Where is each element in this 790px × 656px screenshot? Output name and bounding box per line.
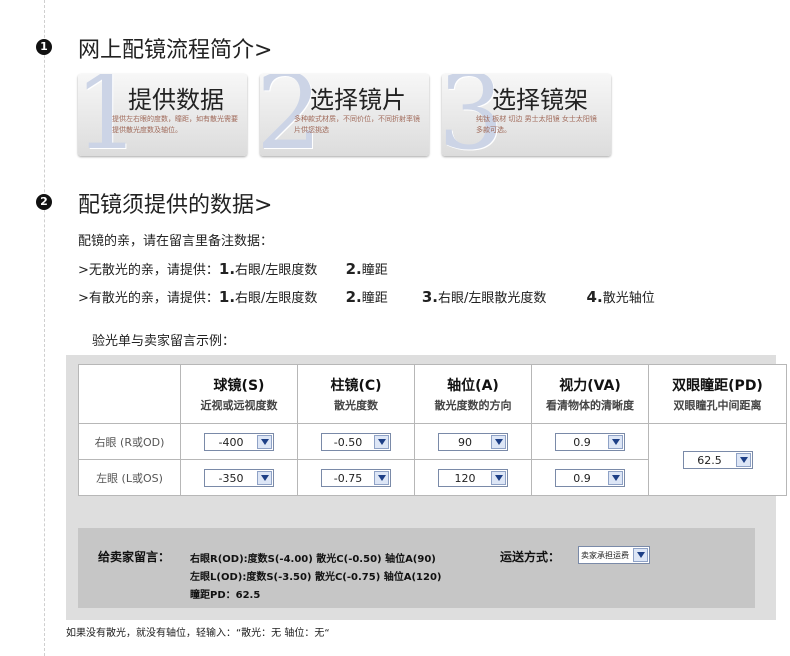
step-description: 提供左右眼的度数，瞳距，如有散光需要提供散光度数及轴位。 bbox=[112, 115, 238, 134]
section-number-badge: 2 bbox=[36, 194, 52, 210]
step-card-choose-frame: 3 选择镜架 纯钛 板材 切边 男士太阳镜 女士太阳镜 多款可选。 bbox=[442, 74, 611, 156]
no-astigmatism-line: >无散光的亲，请提供：1.右眼/左眼度数 2.瞳距 bbox=[78, 260, 388, 278]
header-axis: 轴位(A) 散光度数的方向 bbox=[414, 364, 532, 424]
section-title: 网上配镜流程简介> bbox=[78, 38, 273, 63]
seller-message-box: 给卖家留言： 右眼R(OD):度数S(-4.00) 散光C(-0.50) 轴位A… bbox=[78, 528, 755, 608]
chevron-down-icon bbox=[491, 434, 506, 449]
step-title: 选择镜架 bbox=[492, 86, 588, 114]
cylinder-select-right[interactable]: -0.50 bbox=[321, 432, 391, 451]
chevron-down-icon bbox=[633, 548, 648, 562]
message-label: 给卖家留言： bbox=[98, 550, 171, 564]
chevron-down-icon bbox=[608, 434, 623, 449]
shipping-label: 运送方式： bbox=[500, 550, 561, 564]
row-label: 左眼 (L或OS) bbox=[78, 459, 181, 496]
cylinder-select-left[interactable]: -0.75 bbox=[321, 468, 391, 487]
va-select-left[interactable]: 0.9 bbox=[555, 468, 625, 487]
chevron-down-icon bbox=[374, 470, 389, 485]
axis-select-right[interactable]: 90 bbox=[438, 432, 508, 451]
sphere-select-left[interactable]: -350 bbox=[204, 468, 274, 487]
chevron-down-icon bbox=[491, 470, 506, 485]
header-pupillary-distance: 双眼瞳距(PD) 双眼瞳孔中间距离 bbox=[648, 364, 787, 424]
step-card-provide-data: 1 提供数据 提供左右眼的度数，瞳距，如有散光需要提供散光度数及轴位。 bbox=[78, 74, 247, 156]
footer-note: 如果没有散光，就没有轴位，轻输入：“散光：无 轴位：无“ bbox=[66, 628, 330, 639]
sphere-select-right[interactable]: -400 bbox=[204, 432, 274, 451]
row-label: 右眼 (R或OD) bbox=[78, 423, 181, 460]
step-card-choose-lens: 2 选择镜片 多种款式材质，不同价位，不同折射率镜片供您挑选 bbox=[260, 74, 429, 156]
table-row: 右眼 (R或OD) -400 -0.50 90 0.9 62.5 bbox=[78, 423, 787, 496]
header-visual-acuity: 视力(VA) 看清物体的清晰度 bbox=[531, 364, 649, 424]
shipping-select[interactable]: 卖家承担运费 bbox=[578, 546, 650, 564]
header-empty bbox=[78, 364, 181, 424]
header-cylinder: 柱镜(C) 散光度数 bbox=[297, 364, 415, 424]
pd-select[interactable]: 62.5 bbox=[682, 450, 753, 469]
step-title: 选择镜片 bbox=[310, 86, 406, 114]
message-line-left-eye: 左眼L(OD):度数S(-3.50) 散光C(-0.75) 轴位A(120) bbox=[190, 572, 442, 583]
axis-select-left[interactable]: 120 bbox=[438, 468, 508, 487]
header-sphere: 球镜(S) 近视或远视度数 bbox=[180, 364, 298, 424]
section-number-badge: 1 bbox=[36, 39, 52, 55]
dashed-guide-line bbox=[44, 0, 45, 656]
step-title: 提供数据 bbox=[128, 86, 224, 114]
section-title: 配镜须提供的数据> bbox=[78, 193, 273, 218]
intro-text: 配镜的亲，请在留言里备注数据： bbox=[78, 234, 274, 249]
step-description: 多种款式材质，不同价位，不同折射率镜片供您挑选 bbox=[294, 115, 420, 134]
chevron-down-icon bbox=[374, 434, 389, 449]
prescription-table: 球镜(S) 近视或远视度数 柱镜(C) 散光度数 轴位(A) 散光度数的方向 视力(V… bbox=[78, 364, 787, 496]
chevron-down-icon bbox=[257, 470, 272, 485]
chevron-down-icon bbox=[608, 470, 623, 485]
va-select-right[interactable]: 0.9 bbox=[555, 432, 625, 451]
step-description: 纯钛 板材 切边 男士太阳镜 女士太阳镜 多款可选。 bbox=[476, 115, 597, 134]
chevron-down-icon bbox=[735, 452, 751, 467]
message-line-pd: 瞳距PD：62.5 bbox=[190, 590, 261, 601]
message-line-right-eye: 右眼R(OD):度数S(-4.00) 散光C(-0.50) 轴位A(90) bbox=[190, 554, 436, 565]
astigmatism-line: >有散光的亲，请提供：1.右眼/左眼度数 2.瞳距 3.右眼/左眼散光度数 4.… bbox=[78, 288, 655, 306]
example-title: 验光单与卖家留言示例： bbox=[92, 334, 236, 349]
chevron-down-icon bbox=[257, 434, 272, 449]
